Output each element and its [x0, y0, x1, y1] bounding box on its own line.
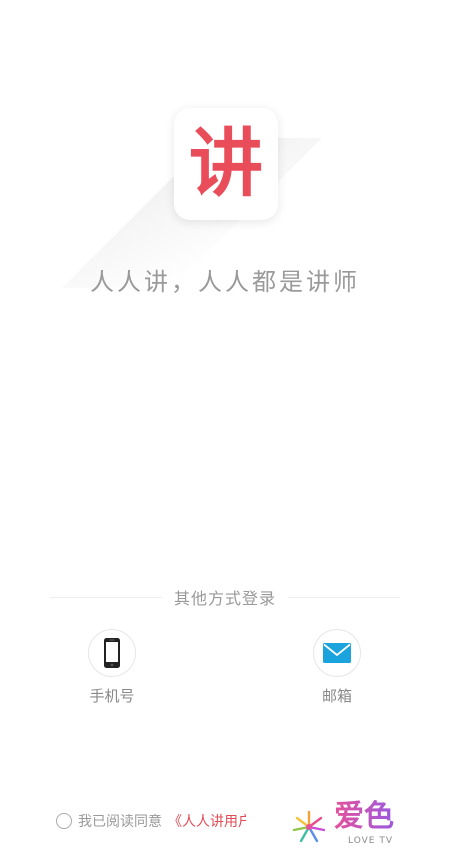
agreement-radio[interactable] [56, 813, 72, 829]
app-slogan: 人人讲，人人都是讲师 [90, 268, 360, 296]
flower-logo-icon [292, 810, 326, 843]
phone-login-button[interactable]: 手机号 [72, 629, 152, 706]
app-icon-glyph: 讲 [189, 121, 263, 207]
app-icon-tile: 讲 [174, 108, 278, 220]
phone-icon [104, 638, 120, 668]
other-login-divider: 其他方式登录 [50, 586, 401, 608]
divider-line-right [288, 596, 401, 598]
phone-login-label: 手机号 [89, 687, 135, 705]
watermark-subtitle: LOVE TV [348, 836, 393, 846]
email-login-circle[interactable] [313, 629, 361, 677]
email-login-label: 邮箱 [321, 687, 352, 705]
other-login-label: 其他方式登录 [174, 589, 277, 608]
app-logo: 讲 [62, 108, 322, 288]
agreement-prefix: 我已阅读同意 [78, 814, 162, 830]
email-login-button[interactable]: 邮箱 [297, 629, 377, 706]
watermark-title: 爱色 [334, 799, 394, 834]
agreement-row: 我已阅读同意 《人人讲用户 [56, 810, 246, 832]
mail-icon [323, 643, 351, 663]
divider-line-left [50, 596, 162, 598]
user-agreement-link[interactable]: 《人人讲用户 [168, 811, 246, 831]
phone-login-circle[interactable] [88, 629, 136, 677]
watermark: 爱色 LOVE TV [290, 800, 420, 848]
